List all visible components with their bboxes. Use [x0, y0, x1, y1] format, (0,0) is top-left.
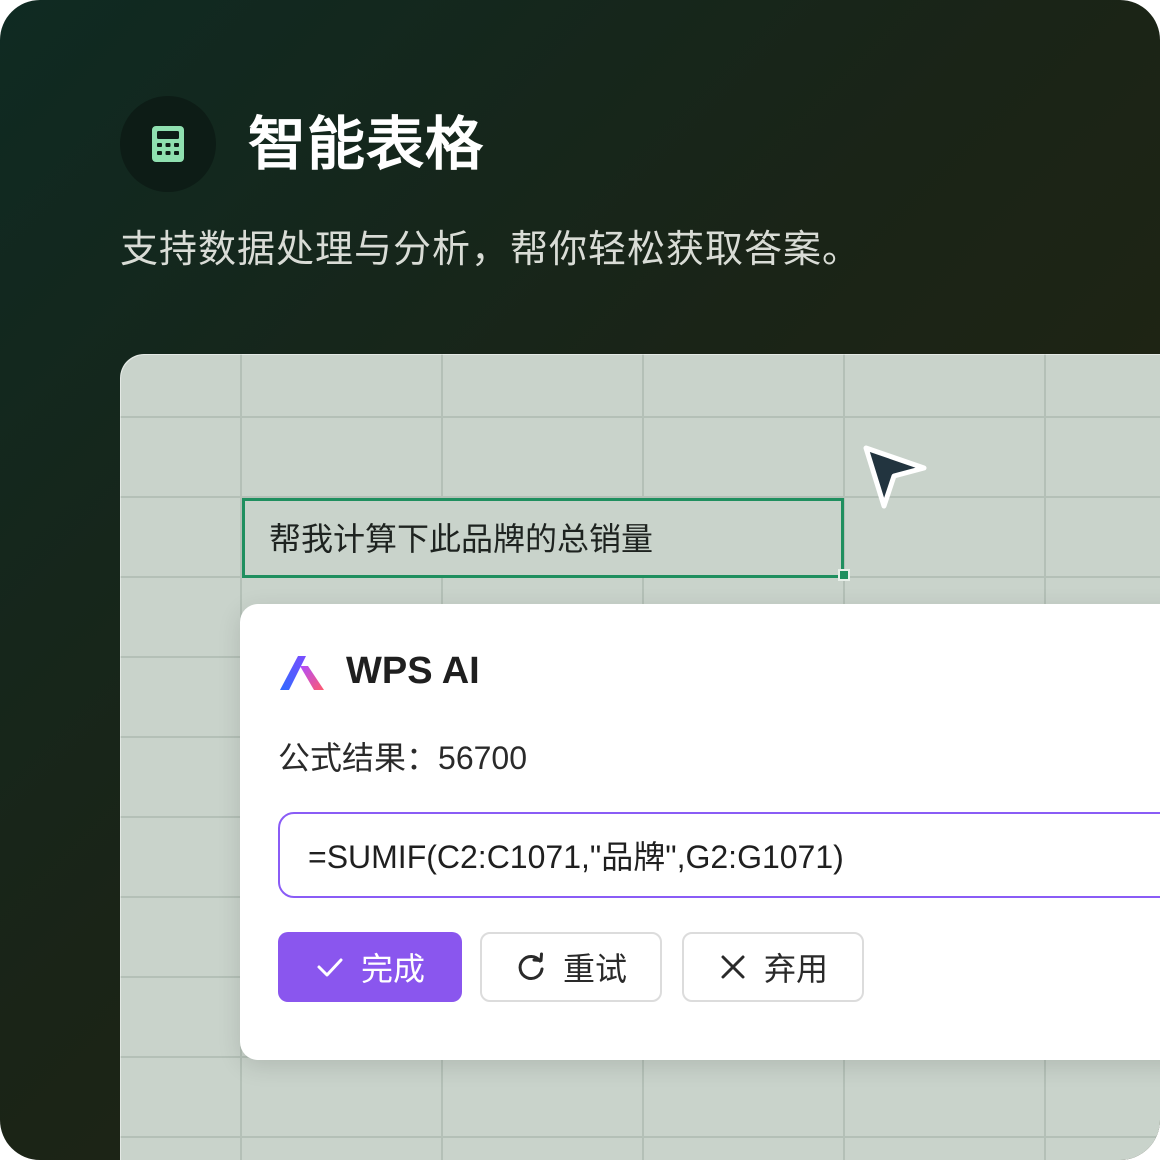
formula-text: =SUMIF(C2:C1071,"品牌",G2:G1071) [308, 839, 844, 875]
selected-cell-text: 帮我计算下此品牌的总销量 [269, 521, 654, 557]
result-label: 公式结果： [278, 740, 439, 776]
selected-cell[interactable]: 帮我计算下此品牌的总销量 [242, 498, 844, 578]
wps-ai-panel: WPS AI 公式结果：56700 =SUMIF(C2:C1071,"品牌",G… [240, 604, 1160, 1060]
wps-ai-logo-icon [280, 656, 324, 690]
fill-handle[interactable] [838, 569, 850, 581]
retry-button[interactable]: 重试 [480, 932, 662, 1002]
done-button[interactable]: 完成 [278, 932, 462, 1002]
mouse-cursor-icon [863, 445, 927, 509]
refresh-icon [518, 952, 544, 980]
panel-brand-name: WPS AI [346, 650, 480, 692]
page-title: 智能表格 [248, 112, 485, 177]
feature-card: 智能表格 支持数据处理与分析，帮你轻松获取答案。 帮我计算下此品牌的总销量 WP… [0, 0, 1160, 1160]
formula-field[interactable]: =SUMIF(C2:C1071,"品牌",G2:G1071) [278, 812, 1160, 898]
check-icon [317, 958, 343, 977]
header-icon-badge [120, 96, 216, 192]
discard-button-label: 弃用 [763, 951, 828, 987]
formula-result: 公式结果：56700 [278, 738, 527, 778]
page-subtitle: 支持数据处理与分析，帮你轻松获取答案。 [120, 229, 862, 271]
retry-button-label: 重试 [562, 951, 627, 987]
discard-button[interactable]: 弃用 [682, 932, 864, 1002]
calculator-icon [152, 126, 184, 162]
done-button-label: 完成 [360, 951, 425, 987]
close-icon [721, 955, 745, 979]
result-value: 56700 [438, 740, 527, 776]
